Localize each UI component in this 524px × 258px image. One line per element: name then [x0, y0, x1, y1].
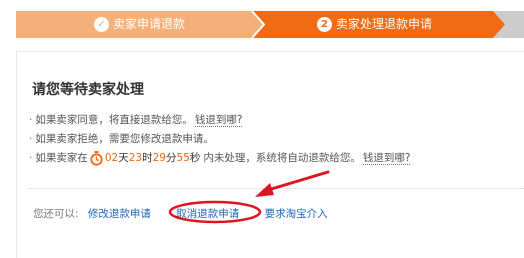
bullet-dot: ·: [29, 133, 33, 145]
step-seller-process: 2 卖家处理退款申请: [317, 11, 432, 38]
step-number-badge: 2: [317, 17, 332, 32]
actions-prefix: 您还可以:: [33, 208, 79, 220]
second-unit: 秒: [189, 152, 201, 164]
refund-notes-list: · 如果卖家同意，将直接退款给您。 钱退到哪? · 如果卖家拒绝，需要您修改退款…: [29, 111, 411, 168]
day-unit: 天: [118, 152, 129, 164]
list-item: · 如果卖家拒绝，需要您修改退款申请。: [29, 130, 410, 149]
modify-refund-link[interactable]: 修改退款申请: [88, 206, 151, 221]
countdown-hours: 23: [128, 152, 143, 164]
list-item: · 如果卖家同意，将直接退款给您。 钱退到哪?: [29, 111, 410, 130]
section-divider: [29, 188, 524, 189]
minute-unit: 分: [165, 152, 177, 164]
note-text: 如果卖家同意，将直接退款给您。: [35, 114, 193, 126]
where-refund-goes-link[interactable]: 钱退到哪?: [362, 152, 411, 165]
bullet-dot: ·: [29, 114, 33, 126]
countdown-seconds: 55: [176, 152, 190, 164]
countdown-days: 02: [104, 152, 119, 164]
check-icon: ✓: [94, 17, 109, 32]
countdown-timer: 02天23时29分55秒: [105, 149, 201, 168]
note-text: 如果卖家在: [35, 152, 88, 164]
note-text: 如果卖家拒绝，需要您修改退款申请。: [35, 133, 214, 145]
refund-actions: 您还可以: 修改退款申请 取消退款申请 要求淘宝介入: [33, 206, 328, 221]
cancel-refund-link[interactable]: 取消退款申请: [176, 206, 239, 221]
step-label: 卖家申请退款: [113, 17, 186, 31]
step-buyer-request: ✓ 卖家申请退款: [94, 11, 185, 38]
list-item: · 如果卖家在 02天23时29分55秒 内未处理，系统将自动退款给您。 钱退到…: [29, 149, 411, 168]
timer-icon: [90, 151, 103, 166]
hour-unit: 时: [142, 152, 153, 164]
step-bar-shapes: [16, 11, 524, 38]
request-taobao-intervention-link[interactable]: 要求淘宝介入: [265, 206, 328, 221]
refund-step-bar: ✓ 卖家申请退款 2 卖家处理退款申请: [16, 11, 524, 38]
countdown-minutes: 29: [152, 152, 166, 164]
where-refund-goes-link[interactable]: 钱退到哪?: [194, 114, 243, 127]
note-text: 内未处理，系统将自动退款给您。: [203, 152, 361, 164]
step-label: 卖家处理退款申请: [336, 17, 433, 31]
bullet-dot: ·: [29, 152, 33, 164]
page-title: 请您等待卖家处理: [32, 82, 144, 98]
